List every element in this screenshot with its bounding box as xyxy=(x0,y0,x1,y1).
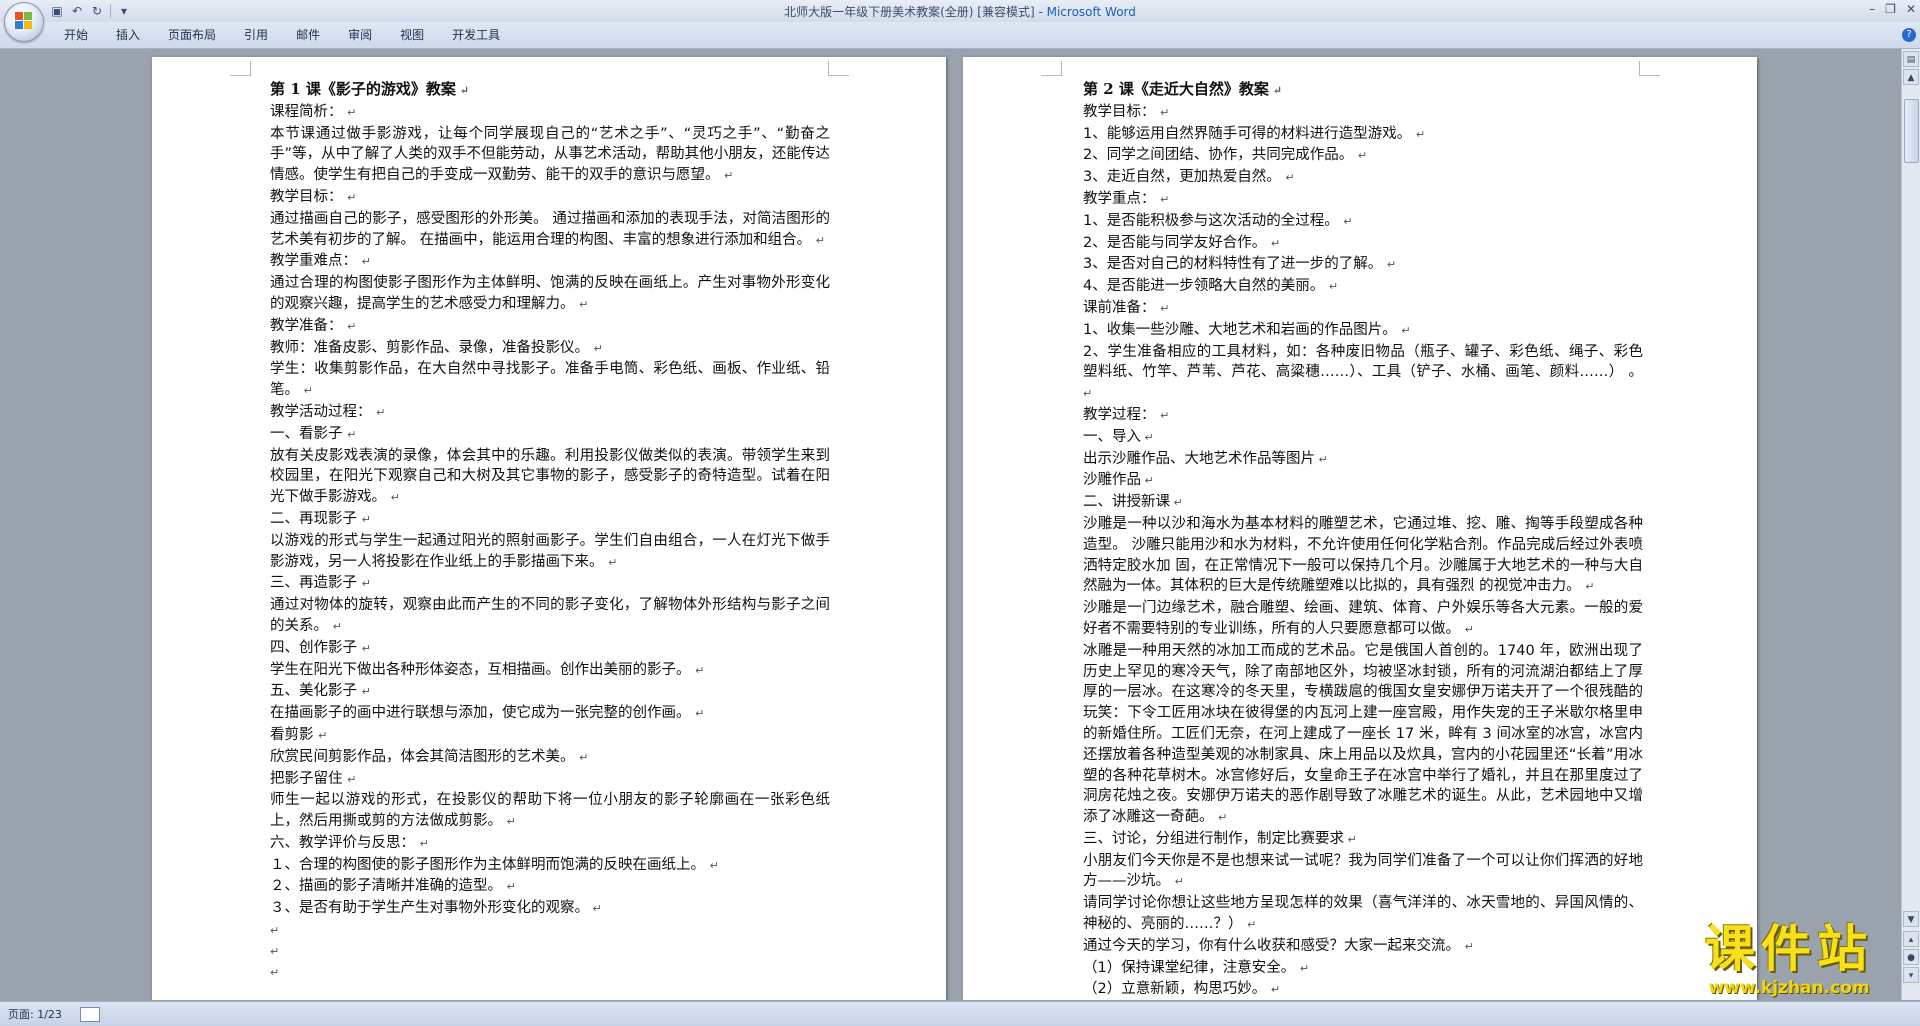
tab-mailings[interactable]: 邮件 xyxy=(282,27,334,43)
paragraph: 沙雕是一门边缘艺术，融合雕塑、绘画、建筑、体育、户外娱乐等各大元素。一般的爱好者… xyxy=(1083,598,1643,641)
paragraph: 教学准备： xyxy=(270,316,830,338)
paragraph: 把影子留住 xyxy=(270,769,830,791)
title-bar: ▣ ↶ ↻ ▾ 北师大版一年级下册美术教案(全册) [兼容模式] - Micro… xyxy=(0,0,1920,22)
paragraph: 一、导入 xyxy=(1083,427,1643,449)
document-area: 第 1 课《影子的游戏》教案课程简析： 本节课通过做手影游戏，让每个同学展现自己… xyxy=(0,49,1902,1000)
paragraph: 教学过程： xyxy=(1083,405,1643,427)
tab-references[interactable]: 引用 xyxy=(230,27,282,43)
window-title: 北师大版一年级下册美术教案(全册) [兼容模式] - Microsoft Wor… xyxy=(0,3,1920,20)
paragraph: 教学目标： xyxy=(1083,102,1643,124)
paragraph: 通过今天的学习，你有什么收获和感受？大家一起来交流。 xyxy=(1083,936,1643,958)
paragraph: ３、是否有助于学生产生对事物外形变化的观察。 xyxy=(270,898,830,920)
empty-paragraph xyxy=(270,941,830,962)
paragraph: 1、收集一些沙雕、大地艺术和岩画的作品图片。 xyxy=(1083,320,1643,342)
page-2-text[interactable]: 第 2 课《走近大自然》教案教学目标： 1、能够运用自然界随手可得的材料进行造型… xyxy=(1083,79,1643,1000)
tab-page-layout[interactable]: 页面布局 xyxy=(154,27,230,43)
paragraph: 教师：准备皮影、剪影作品、录像，准备投影仪。 xyxy=(270,338,830,360)
paragraph: 2、是否能与同学友好合作。 xyxy=(1083,233,1643,255)
paragraph: 在描画影子的画中进行联想与添加，使它成为一张完整的创作画。 xyxy=(270,703,830,725)
paragraph: 小朋友们今天你是不是也想来试一试呢？我为同学们准备了一个可以让你们挥洒的好地方—… xyxy=(1083,851,1643,894)
app-name: Microsoft Word xyxy=(1046,5,1136,19)
paragraph: 一、看影子 xyxy=(270,424,830,446)
page-indicator[interactable]: 页面: 1/23 xyxy=(8,1006,62,1022)
paragraph: ２、描画的影子清晰并准确的造型。 xyxy=(270,876,830,898)
paragraph: 3、是否对自己的材料特性有了进一步的了解。 xyxy=(1083,254,1643,276)
paragraph: 3、走近自然，更加热爱自然。 xyxy=(1083,167,1643,189)
empty-paragraph xyxy=(270,962,830,983)
watermark-logo: 课件站 xyxy=(1705,920,1873,978)
close-icon[interactable]: ✕ xyxy=(1906,2,1916,16)
paragraph: 师生一起以游戏的形式，在投影仪的帮助下将一位小朋友的影子轮廓画在一张彩色纸上，然… xyxy=(270,790,830,833)
paragraph: 五、美化影子 xyxy=(270,681,830,703)
paragraph: 课前准备： xyxy=(1083,298,1643,320)
ribbon-tabs: 开始 插入 页面布局 引用 邮件 审阅 视图 开发工具 xyxy=(50,27,514,43)
status-bar: 页面: 1/23 xyxy=(0,1001,1920,1026)
paragraph: 出示沙雕作品、大地艺术作品等图片 xyxy=(1083,449,1643,471)
paragraph: 教学目标： xyxy=(270,187,830,209)
tab-view[interactable]: 视图 xyxy=(386,27,438,43)
tab-home[interactable]: 开始 xyxy=(50,27,102,43)
restore-icon[interactable]: ❐ xyxy=(1885,2,1896,16)
tab-review[interactable]: 审阅 xyxy=(334,27,386,43)
lesson-heading: 第 1 课《影子的游戏》教案 xyxy=(270,79,830,102)
paragraph: （1）保持课堂纪律，注意安全。 xyxy=(1083,958,1643,980)
paragraph: （2）立意新颖，构思巧妙。 xyxy=(1083,979,1643,1000)
paragraph: 4、是否能进一步领略大自然的美丽。 xyxy=(1083,276,1643,298)
vertical-scrollbar[interactable]: ▤ ▲ ▼ ▴ ● ▾ xyxy=(1901,49,1920,1000)
paragraph: 沙雕是一种以沙和海水为基本材料的雕塑艺术，它通过堆、挖、雕、掏等手段塑成各种造型… xyxy=(1083,514,1643,598)
paragraph: 教学重点： xyxy=(1083,189,1643,211)
document-page-2: 第 2 课《走近大自然》教案教学目标： 1、能够运用自然界随手可得的材料进行造型… xyxy=(963,57,1757,1000)
paragraph: 二、再现影子 xyxy=(270,509,830,531)
help-icon[interactable]: ? xyxy=(1902,28,1916,42)
paragraph: 请同学讨论你想让这些地方呈现怎样的效果（喜气洋洋的、冰天雪地的、异国风情的、神秘… xyxy=(1083,893,1643,936)
paragraph: 2、同学之间团结、协作，共同完成作品。 xyxy=(1083,145,1643,167)
paragraph: 通过合理的构图使影子图形作为主体鲜明、饱满的反映在画纸上。产生对事物外形变化的观… xyxy=(270,273,830,316)
paragraph: 四、创作影子 xyxy=(270,638,830,660)
paragraph: 三、讨论，分组进行制作，制定比赛要求 xyxy=(1083,829,1643,851)
paragraph: 通过描画自己的影子，感受图形的外形美。 通过描画和添加的表现手法，对简洁图形的艺… xyxy=(270,209,830,252)
document-page-1: 第 1 课《影子的游戏》教案课程简析： 本节课通过做手影游戏，让每个同学展现自己… xyxy=(152,57,946,1000)
tab-developer[interactable]: 开发工具 xyxy=(438,27,514,43)
paragraph: 三、再造影子 xyxy=(270,573,830,595)
paragraph: 本节课通过做手影游戏，让每个同学展现自己的“艺术之手”、“灵巧之手”、“勤奋之手… xyxy=(270,124,830,187)
minimize-icon[interactable]: – xyxy=(1869,2,1875,16)
tab-insert[interactable]: 插入 xyxy=(102,27,154,43)
paragraph: 看剪影 xyxy=(270,725,830,747)
paragraph: 课程简析： xyxy=(270,102,830,124)
paragraph: 学生在阳光下做出各种形体姿态，互相描画。创作出美丽的影子。 xyxy=(270,660,830,682)
ribbon: 开始 插入 页面布局 引用 邮件 审阅 视图 开发工具 ? xyxy=(0,22,1920,49)
paragraph: 以游戏的形式与学生一起通过阳光的照射画影子。学生们自由组合，一人在灯光下做手影游… xyxy=(270,531,830,574)
office-button-icon xyxy=(15,12,33,30)
paragraph: 1、是否能积极参与这次活动的全过程。 xyxy=(1083,211,1643,233)
paragraph: 教学重难点： xyxy=(270,251,830,273)
watermark-url: www.kjzhan.com xyxy=(1708,978,1870,998)
ruler-toggle-icon[interactable]: ▤ xyxy=(1903,51,1919,67)
proofing-icon[interactable] xyxy=(80,1007,100,1022)
paragraph: 放有关皮影戏表演的录像，体会其中的乐趣。利用投影仪做类似的表演。带领学生来到校园… xyxy=(270,446,830,509)
paragraph: 六、教学评价与反思： xyxy=(270,833,830,855)
crop-mark xyxy=(1639,61,1660,76)
document-title: 北师大版一年级下册美术教案(全册) [兼容模式] - xyxy=(784,5,1043,19)
scroll-up-icon[interactable]: ▲ xyxy=(1903,69,1919,85)
paragraph: １、合理的构图使的影子图形作为主体鲜明而饱满的反映在画纸上。 xyxy=(270,855,830,877)
paragraph: 通过对物体的旋转，观察由此而产生的不同的影子变化，了解物体外形结构与影子之间的关… xyxy=(270,595,830,638)
page-1-text[interactable]: 第 1 课《影子的游戏》教案课程简析： 本节课通过做手影游戏，让每个同学展现自己… xyxy=(270,79,830,982)
paragraph: 2、学生准备相应的工具材料，如：各种废旧物品（瓶子、罐子、彩色纸、绳子、彩色塑料… xyxy=(1083,342,1643,405)
paragraph: 沙雕作品 xyxy=(1083,470,1643,492)
lesson-heading: 第 2 课《走近大自然》教案 xyxy=(1083,79,1643,102)
scroll-thumb[interactable] xyxy=(1904,99,1919,163)
paragraph: 欣赏民间剪影作品，体会其简洁图形的艺术美。 xyxy=(270,747,830,769)
office-button[interactable] xyxy=(4,2,44,42)
empty-paragraph xyxy=(270,920,830,941)
paragraph: 1、能够运用自然界随手可得的材料进行造型游戏。 xyxy=(1083,124,1643,146)
crop-mark xyxy=(1041,61,1062,76)
crop-mark xyxy=(828,61,849,76)
paragraph: 二、讲授新课 xyxy=(1083,492,1643,514)
watermark: 课件站 www.kjzhan.com xyxy=(1664,920,1914,1000)
window-controls: – ❐ ✕ xyxy=(1869,2,1916,16)
crop-mark xyxy=(230,61,251,76)
paragraph: 学生：收集剪影作品，在大自然中寻找影子。准备手电筒、彩色纸、画板、作业纸、铅笔。 xyxy=(270,359,830,402)
paragraph: 冰雕是一种用天然的冰加工而成的艺术品。它是俄国人首创的。1740 年，欧洲出现了… xyxy=(1083,641,1643,829)
paragraph: 教学活动过程： xyxy=(270,402,830,424)
